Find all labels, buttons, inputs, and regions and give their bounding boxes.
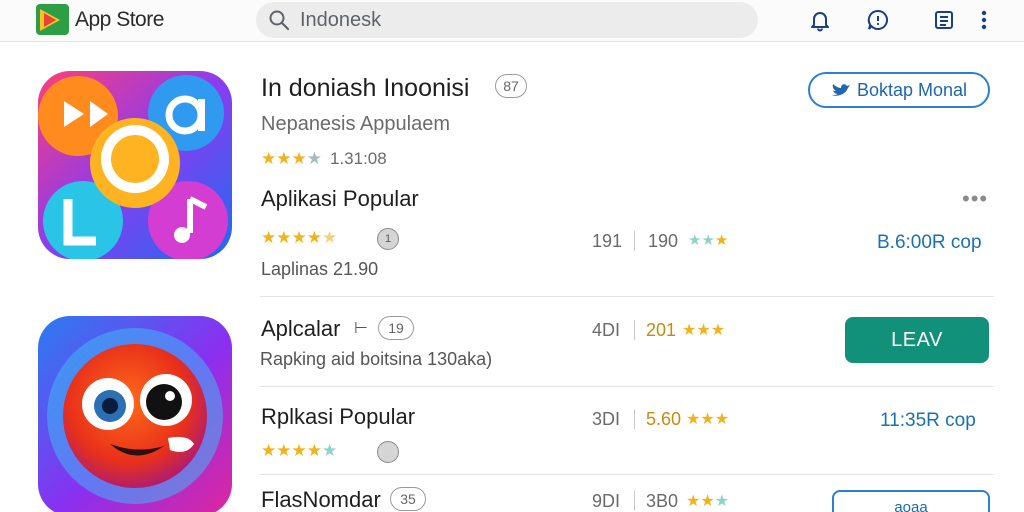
featured-title-badge: 87 <box>495 74 527 98</box>
section-rating-stars: ★★★★★ <box>261 228 338 247</box>
list-item-1-name[interactable]: Aplcalar <box>261 316 340 342</box>
more-vert-icon[interactable] <box>970 6 998 34</box>
featured-action-button[interactable]: Boktap Monal <box>808 72 990 108</box>
section-col2-stars: ★★★ <box>688 232 729 249</box>
section-price[interactable]: B.6:00R cop <box>877 232 982 254</box>
list-item-1-col2: 201 <box>646 320 677 340</box>
featured-app-icon[interactable] <box>38 71 232 259</box>
featured-app-title[interactable]: In doniash Inoonisi <box>261 74 469 103</box>
list-item-1-action-button[interactable]: LEAV <box>845 317 989 363</box>
app-icon-emoji[interactable] <box>38 316 232 512</box>
list-item-2-price[interactable]: 11:35R cop <box>880 410 976 432</box>
list-item-2-col2-stars: ★★★ <box>686 411 730 428</box>
app-title: App Store <box>75 8 164 31</box>
notification-bell-icon[interactable] <box>806 6 834 34</box>
list-item-3-badge: 35 <box>390 487 426 511</box>
top-bar: App Store Indonesk <box>0 0 1024 42</box>
list-item-2-info-icon <box>377 441 399 463</box>
list-item-3-action-button[interactable]: aoaa <box>832 490 990 512</box>
search-icon <box>269 10 290 31</box>
search-bar[interactable]: Indonesk <box>256 2 758 38</box>
help-icon[interactable] <box>864 6 892 34</box>
featured-rating-text: 1.31:08 <box>330 149 387 168</box>
section-heading: Aplikasi Popular <box>261 186 419 211</box>
list-item-1-col1: 4DI <box>592 320 621 340</box>
divider <box>260 386 994 387</box>
list-item-3-action-label: aoaa <box>894 499 928 512</box>
list-item-3-name[interactable]: FlasNomdar <box>261 487 381 512</box>
divider <box>260 296 994 297</box>
chart-bar-icon: ⊢ <box>354 320 368 337</box>
featured-app-subtitle: Nepanesis Appulaem <box>261 113 451 135</box>
logo-inner-shape <box>44 13 56 27</box>
list-item-1-description: Rapking aid boitsina 130aka) <box>260 349 493 369</box>
list-item-2-col1: 3DI <box>592 409 621 429</box>
column-divider <box>634 231 635 251</box>
search-input[interactable]: Indonesk <box>300 9 381 32</box>
section-meta: Laplinas 21.90 <box>261 259 379 279</box>
list-item-2-stars: ★★★★★ <box>261 441 338 460</box>
bird-icon <box>831 84 850 96</box>
column-divider <box>634 491 635 511</box>
list-item-1-stars: ★★★ <box>682 322 726 339</box>
list-item-2-name[interactable]: Rplkasi Popular <box>261 404 415 430</box>
featured-rating-stars: ★★★★ <box>261 149 322 168</box>
section-col2: 190 <box>648 231 679 251</box>
column-divider <box>634 320 635 340</box>
section-heading-badge: 1 <box>377 228 399 250</box>
column-divider <box>634 409 635 429</box>
more-options-icon[interactable]: ••• <box>962 186 988 212</box>
featured-action-label: Boktap Monal <box>856 79 968 100</box>
list-item-3-col2: 3B0 <box>646 491 679 511</box>
app-store-logo[interactable] <box>36 4 69 35</box>
list-item-1-badge: 19 <box>378 316 414 340</box>
list-item-3-stars: ★★★ <box>686 493 730 510</box>
list-item-2-col2: 5.60 <box>646 409 682 429</box>
list-view-icon[interactable] <box>930 6 958 34</box>
section-col1: 191 <box>592 231 623 251</box>
divider <box>260 474 994 475</box>
list-item-3-col1: 9DI <box>592 491 621 511</box>
